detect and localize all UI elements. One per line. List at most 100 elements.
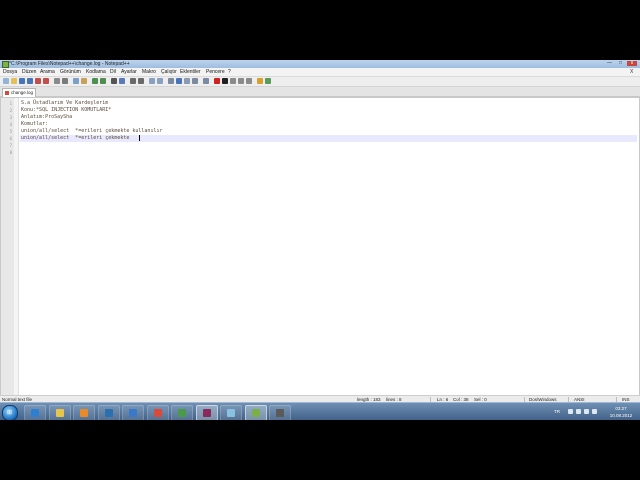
word-wrap-icon[interactable] (168, 78, 174, 84)
menu-run[interactable]: Çalıştır (161, 68, 177, 76)
taskbar-button[interactable] (24, 405, 46, 420)
taskbar: ⊞ TR 03:27 10.08.2012 (0, 402, 640, 420)
tab-change-log[interactable]: change.log (2, 88, 36, 97)
find-icon[interactable] (111, 78, 117, 84)
sync-vertical-icon[interactable] (149, 78, 155, 84)
line-number: 6 (9, 136, 12, 141)
undo-icon[interactable] (92, 78, 98, 84)
editor-line[interactable]: S.a Üstadlarım Ve Kardeşlerim (20, 100, 637, 107)
taskbar-button[interactable] (122, 405, 144, 420)
tab-bar: change.log (0, 87, 640, 97)
line-text: S.a Üstadlarım Ve Kardeşlerim (21, 100, 109, 106)
menu-file[interactable]: Dosya (3, 68, 17, 76)
sync-horizontal-icon[interactable] (157, 78, 163, 84)
close-document-icon[interactable]: X (630, 68, 633, 76)
line-text: union/all/select *=erileri çekmekte kull… (21, 128, 163, 134)
paste-icon[interactable] (81, 78, 87, 84)
all-chars-icon[interactable] (176, 78, 182, 84)
editor-line[interactable] (20, 142, 637, 149)
fold-margin[interactable] (14, 98, 19, 395)
sniffer-icon (227, 409, 235, 417)
window-title: *C:\Program Files\Notepad++\change.log -… (9, 61, 130, 67)
taskbar-button[interactable] (171, 405, 193, 420)
editor-line[interactable]: Konu:*SQL INJECTION KOMUTLARI* (20, 107, 637, 114)
play-multiple-icon[interactable] (238, 78, 244, 84)
stop-macro-icon[interactable] (222, 78, 228, 84)
menu-edit[interactable]: Düzen (22, 68, 36, 76)
redo-icon[interactable] (100, 78, 106, 84)
close-all-icon[interactable] (43, 78, 49, 84)
minimize-button[interactable]: — (606, 61, 613, 66)
editor-line[interactable]: Anlatım:ProSaySha (20, 114, 637, 121)
print-icon[interactable] (54, 78, 60, 84)
clock[interactable]: 03:27 10.08.2012 (606, 405, 636, 419)
indent-guide-icon[interactable] (184, 78, 190, 84)
taskbar-button[interactable] (73, 405, 95, 420)
new-file-icon[interactable] (3, 78, 9, 84)
taskbar-button[interactable] (195, 405, 218, 420)
save-icon[interactable] (19, 78, 25, 84)
flag-icon[interactable] (576, 409, 581, 414)
maximize-button[interactable]: □ (617, 61, 624, 66)
editor-line[interactable] (20, 149, 637, 156)
tool-icon (276, 409, 284, 417)
line-text: union/all/select *=erileri çekmekte (21, 135, 133, 141)
open-file-icon[interactable] (11, 78, 17, 84)
close-icon[interactable] (35, 78, 41, 84)
record-macro-icon[interactable] (214, 78, 220, 84)
taskbar-button[interactable] (269, 405, 291, 420)
tray-arrow-icon[interactable] (568, 409, 573, 414)
menu-bar: Dosya Düzen Arama Görünüm Kodlama Dil Ay… (0, 68, 640, 77)
copy-icon[interactable] (73, 78, 79, 84)
save-macro-icon[interactable] (246, 78, 252, 84)
line-text: Anlatım:ProSaySha (21, 114, 73, 120)
taskbar-button[interactable] (244, 405, 267, 420)
line-number: 4 (9, 122, 12, 127)
zoom-out-icon[interactable] (138, 78, 144, 84)
menu-encoding[interactable]: Kodlama (86, 68, 106, 76)
network-status-icon[interactable] (584, 409, 589, 414)
menu-search[interactable]: Arama (40, 68, 55, 76)
line-text: Konu:*SQL INJECTION KOMUTLARI* (21, 107, 112, 113)
language-indicator[interactable]: TR (554, 404, 560, 420)
taskbar-button[interactable] (48, 405, 71, 420)
text-editor[interactable]: 12345678 S.a Üstadlarım Ve Kardeşlerim Ko… (0, 97, 640, 396)
taskbar-button[interactable] (220, 405, 242, 420)
line-number: 3 (9, 115, 12, 120)
editor-line[interactable]: Komutlar: (20, 121, 637, 128)
menu-view[interactable]: Görünüm (60, 68, 81, 76)
unfold-icon[interactable] (203, 78, 209, 84)
play-macro-icon[interactable] (230, 78, 236, 84)
start-button[interactable]: ⊞ (2, 405, 18, 420)
taskbar-button[interactable] (146, 405, 169, 420)
line-number: 7 (9, 143, 12, 148)
spellcheck-icon[interactable] (257, 78, 263, 84)
volume-icon[interactable] (592, 409, 597, 414)
menu-settings[interactable]: Ayarlar (121, 68, 137, 76)
close-window-button[interactable]: x (627, 61, 637, 66)
replace-icon[interactable] (119, 78, 125, 84)
menu-plugins[interactable]: Eklentiler (180, 68, 201, 76)
fold-icon[interactable] (192, 78, 198, 84)
file-modified-icon (5, 91, 9, 95)
cut-icon[interactable] (62, 78, 68, 84)
clock-time: 03:27 (615, 406, 627, 411)
menu-help[interactable]: ? (228, 68, 231, 76)
editor-line[interactable]: union/all/select *=erileri çekmekte kull… (20, 128, 637, 135)
line-number-gutter: 1 2 3 4 5 6 7 8 (1, 98, 14, 395)
title-bar[interactable]: *C:\Program Files\Notepad++\change.log -… (0, 60, 640, 68)
plugin-icon[interactable] (265, 78, 271, 84)
taskbar-button[interactable] (97, 405, 120, 420)
menu-language[interactable]: Dil (110, 68, 116, 76)
menu-macro[interactable]: Makro (142, 68, 156, 76)
notepad-plus-icon (2, 61, 9, 68)
windows-logo-icon: ⊞ (7, 410, 13, 416)
zoom-in-icon[interactable] (130, 78, 136, 84)
save-all-icon[interactable] (27, 78, 33, 84)
notepad-plus-icon (251, 409, 260, 417)
menu-window[interactable]: Pencere (206, 68, 225, 76)
toolbar (0, 77, 640, 87)
editor-line[interactable]: union/all/select *=erileri çekmekte (20, 135, 637, 142)
line-number: 5 (9, 129, 12, 134)
line-text: Komutlar: (21, 121, 49, 127)
